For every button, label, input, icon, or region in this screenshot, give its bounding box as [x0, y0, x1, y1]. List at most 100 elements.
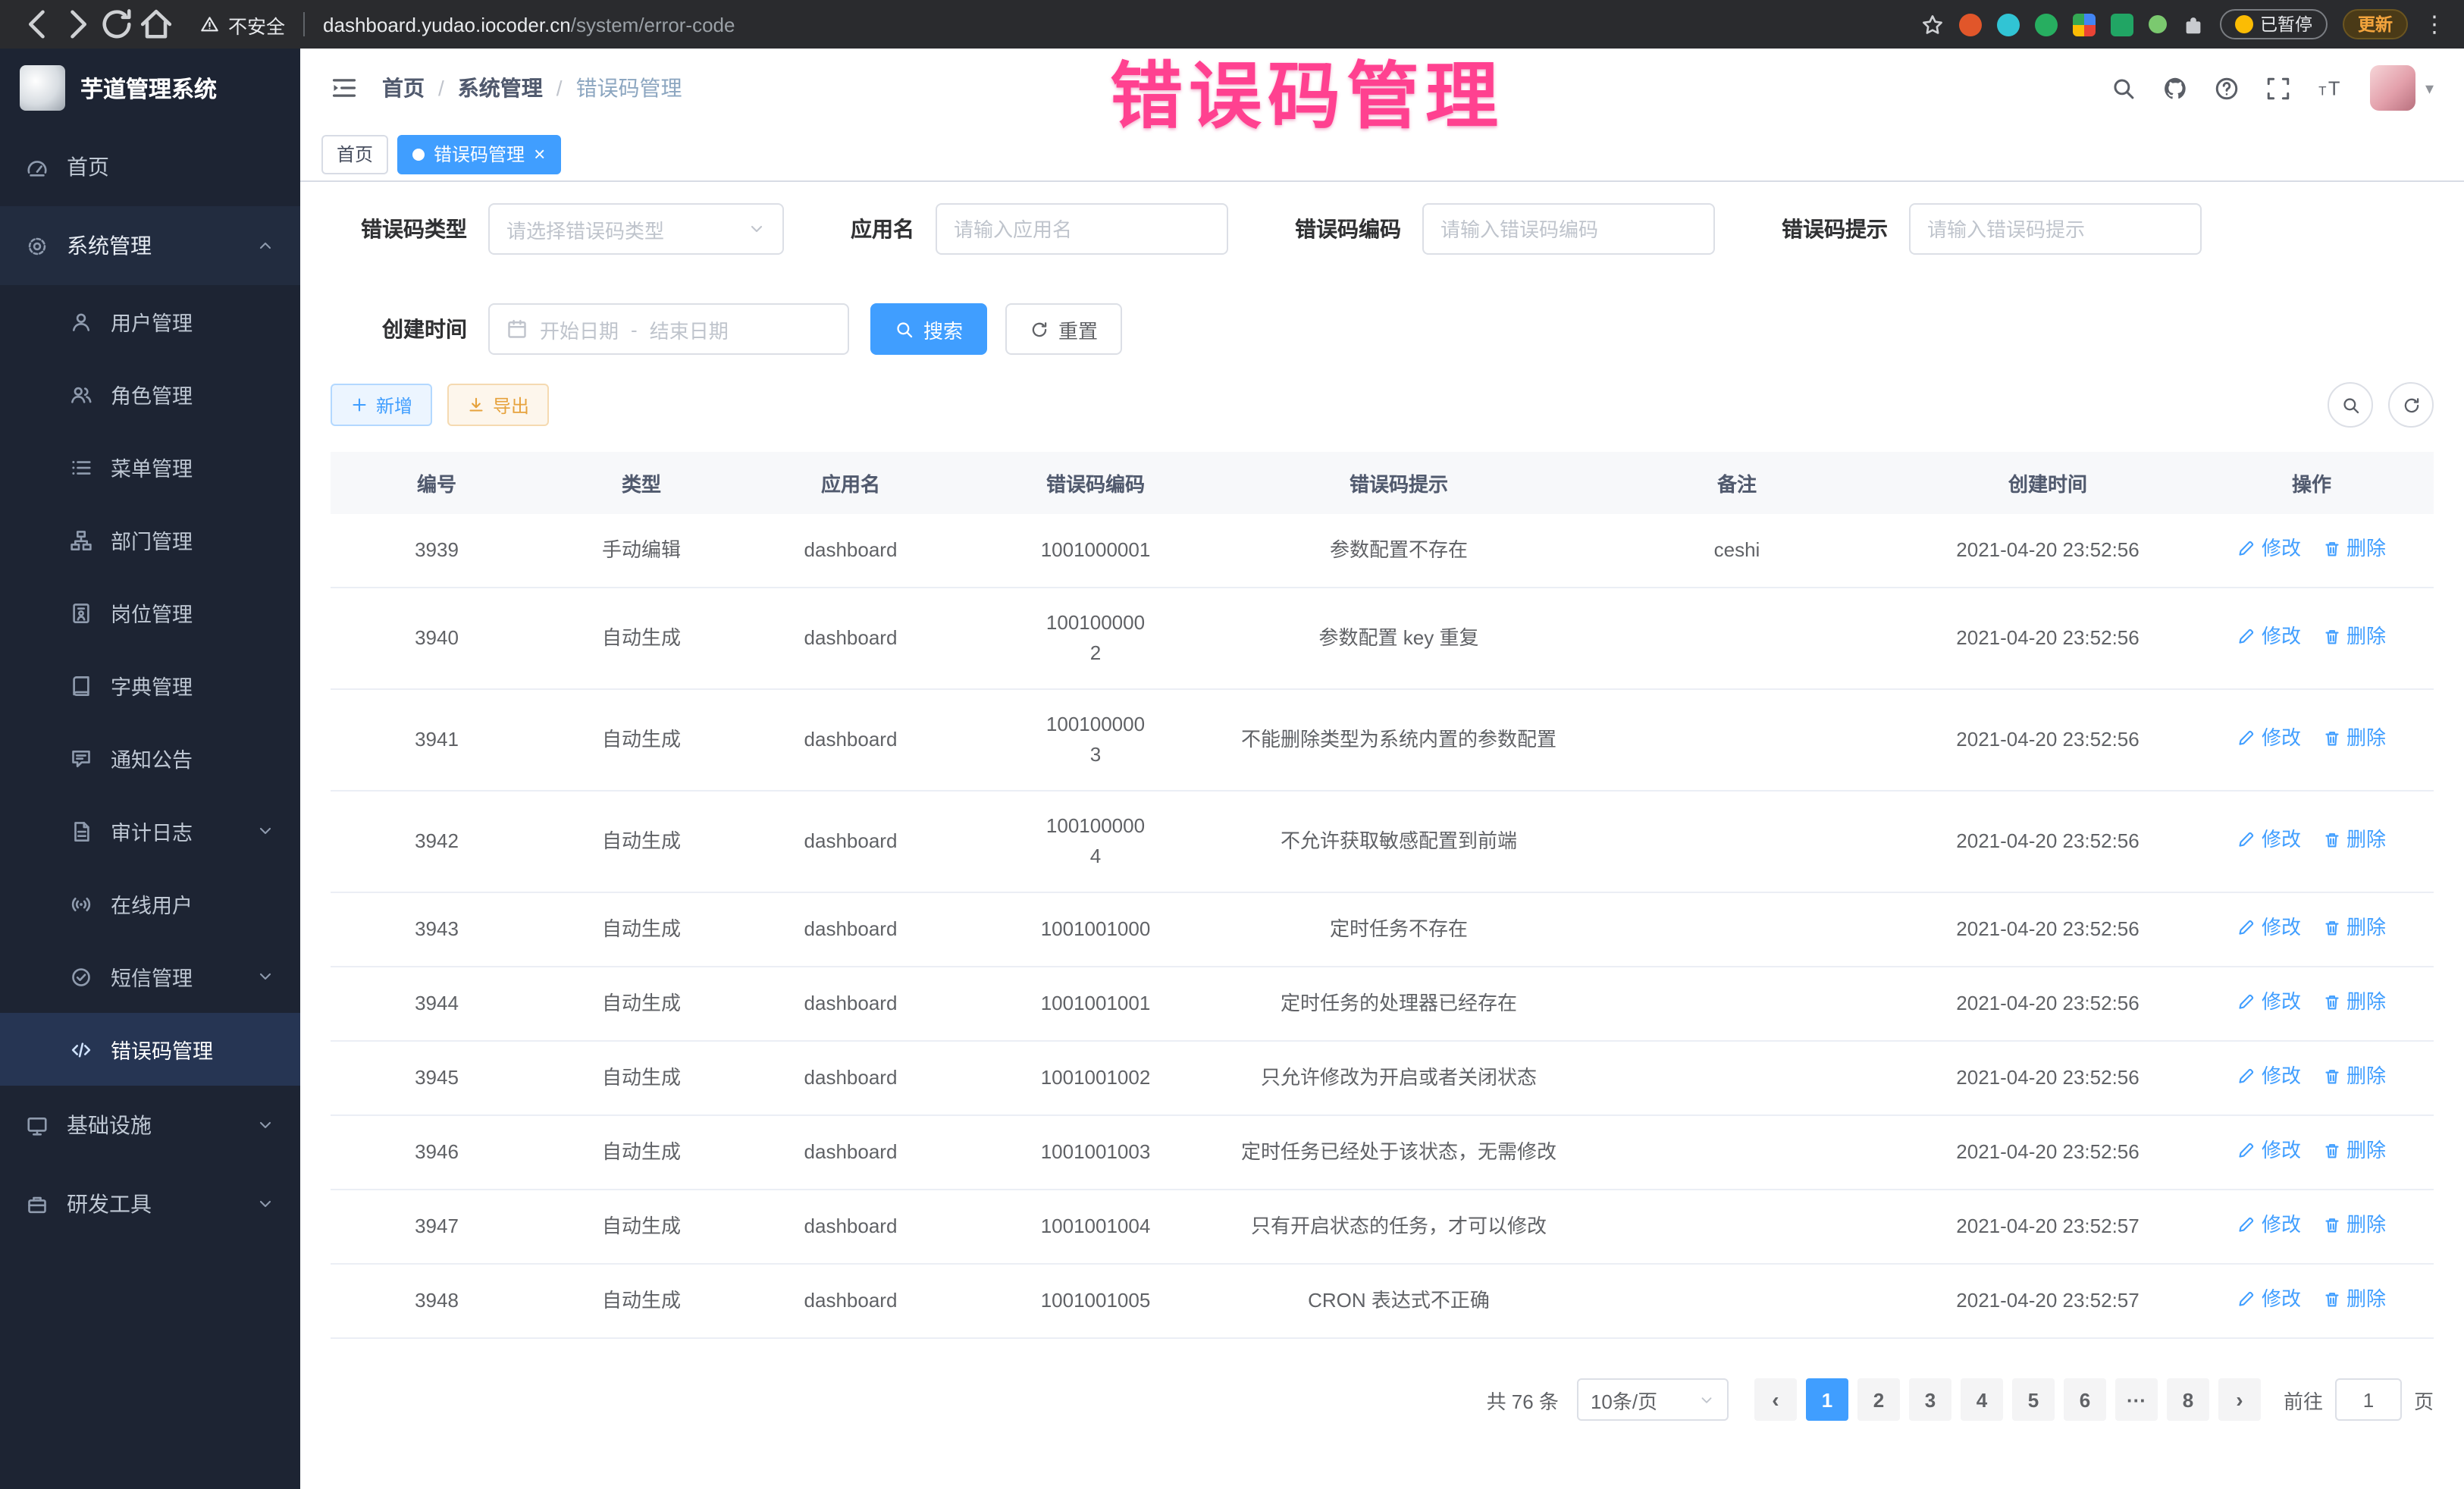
delete-link[interactable]: 删除 — [2322, 534, 2386, 564]
reset-button[interactable]: 重置 — [1005, 303, 1122, 355]
github-icon[interactable] — [2163, 75, 2189, 101]
sidebar-item-audit-log[interactable]: 审计日志 — [0, 795, 300, 867]
edit-link[interactable]: 修改 — [2237, 1210, 2301, 1240]
delete-link[interactable]: 删除 — [2322, 1061, 2386, 1092]
sidebar-item-error-code[interactable]: 错误码管理 — [0, 1013, 300, 1086]
security-indicator[interactable]: 不安全 — [200, 10, 285, 39]
cell-hint: 定时任务的处理器已经存在 — [1230, 967, 1568, 1041]
delete-link[interactable]: 删除 — [2322, 987, 2386, 1017]
delete-link[interactable]: 删除 — [2322, 1136, 2386, 1166]
error-code-input[interactable] — [1422, 203, 1715, 255]
extension-rect-icon[interactable] — [2110, 13, 2133, 36]
address-bar[interactable]: dashboard.yudao.iocoder.cn/system/error-… — [323, 13, 735, 36]
toggle-search-button[interactable] — [2328, 382, 2373, 428]
puzzle-icon[interactable] — [2181, 13, 2204, 36]
goto-page-input[interactable] — [2335, 1378, 2402, 1421]
extension-green-icon[interactable] — [2034, 13, 2057, 36]
pager-more[interactable]: ··· — [2115, 1378, 2158, 1421]
browser-menu-icon[interactable]: ⋮ — [2423, 11, 2446, 38]
add-button[interactable]: 新增 — [331, 384, 432, 426]
sidebar-item-sms[interactable]: 短信管理 — [0, 940, 300, 1013]
delete-link[interactable]: 删除 — [2322, 1210, 2386, 1240]
sidebar-item-post[interactable]: 岗位管理 — [0, 576, 300, 649]
sidebar-item-dept[interactable]: 部门管理 — [0, 503, 300, 576]
cell-actions: 修改删除 — [2190, 689, 2434, 791]
end-date-placeholder: 结束日期 — [650, 315, 729, 343]
delete-link[interactable]: 删除 — [2322, 622, 2386, 652]
search-icon[interactable] — [2111, 75, 2137, 101]
cell-code: 1001001005 — [961, 1264, 1230, 1338]
sidebar-item-online-user[interactable]: 在线用户 — [0, 867, 300, 940]
breadcrumb-item[interactable]: 系统管理 — [458, 73, 543, 103]
cell-type: 自动生成 — [543, 791, 740, 892]
back-icon[interactable] — [18, 5, 58, 44]
tab-error-code[interactable]: 错误码管理× — [397, 134, 560, 174]
page-button-2[interactable]: 2 — [1857, 1378, 1900, 1421]
page-size-select[interactable]: 10条/页 — [1577, 1378, 1729, 1421]
delete-link[interactable]: 删除 — [2322, 913, 2386, 943]
refresh-table-button[interactable] — [2388, 382, 2434, 428]
page-button-3[interactable]: 3 — [1909, 1378, 1951, 1421]
help-icon[interactable] — [2215, 75, 2240, 101]
page-button-5[interactable]: 5 — [2012, 1378, 2055, 1421]
trash-icon — [2322, 1142, 2340, 1160]
edit-link[interactable]: 修改 — [2237, 1284, 2301, 1315]
extension-orange-icon[interactable] — [1958, 13, 1981, 36]
app-name-input[interactable] — [936, 203, 1228, 255]
page-button-1[interactable]: 1 — [1806, 1378, 1848, 1421]
extension-leaf-icon[interactable] — [2148, 15, 2166, 33]
sidebar-item-role[interactable]: 角色管理 — [0, 358, 300, 431]
next-page-button[interactable]: › — [2218, 1378, 2261, 1421]
edit-link[interactable]: 修改 — [2237, 987, 2301, 1017]
edit-link[interactable]: 修改 — [2237, 1061, 2301, 1092]
url-host: dashboard.yudao.iocoder.cn — [323, 13, 571, 36]
delete-link[interactable]: 删除 — [2322, 825, 2386, 855]
collapse-menu-icon[interactable] — [331, 74, 358, 102]
edit-link[interactable]: 修改 — [2237, 825, 2301, 855]
tab-home[interactable]: 首页 — [321, 134, 388, 174]
paused-badge[interactable]: 已暂停 — [2219, 9, 2328, 39]
extension-teal-icon[interactable] — [1996, 13, 2019, 36]
home-icon[interactable] — [136, 5, 176, 44]
close-icon[interactable]: × — [534, 144, 545, 164]
delete-link[interactable]: 删除 — [2322, 1284, 2386, 1315]
avatar[interactable] — [2371, 65, 2416, 111]
trash-icon — [2322, 993, 2340, 1011]
edit-icon — [2237, 540, 2256, 558]
bookmark-star-icon[interactable] — [1920, 13, 1943, 36]
extension-grid-icon[interactable] — [2072, 13, 2095, 36]
sidebar-item-system[interactable]: 系统管理 — [0, 206, 300, 285]
fullscreen-icon[interactable] — [2266, 75, 2292, 101]
sidebar-item-dev-tools[interactable]: 研发工具 — [0, 1165, 300, 1243]
edit-link[interactable]: 修改 — [2237, 1136, 2301, 1166]
sidebar-item-menu[interactable]: 菜单管理 — [0, 431, 300, 503]
error-hint-input[interactable] — [1909, 203, 2202, 255]
sidebar-item-home[interactable]: 首页 — [0, 127, 300, 206]
caret-down-icon[interactable]: ▾ — [2425, 78, 2434, 98]
sidebar-item-infra[interactable]: 基础设施 — [0, 1086, 300, 1165]
delete-link[interactable]: 删除 — [2322, 723, 2386, 754]
edit-icon — [2237, 1142, 2256, 1160]
sidebar-item-label: 错误码管理 — [111, 1034, 213, 1064]
forward-icon[interactable] — [58, 5, 97, 44]
edit-link[interactable]: 修改 — [2237, 622, 2301, 652]
edit-link[interactable]: 修改 — [2237, 913, 2301, 943]
date-range-picker[interactable]: 开始日期 - 结束日期 — [488, 303, 849, 355]
sidebar-item-dict[interactable]: 字典管理 — [0, 649, 300, 722]
export-button[interactable]: 导出 — [447, 384, 549, 426]
error-type-select[interactable]: 请选择错误码类型 — [488, 203, 784, 255]
sidebar-item-notice[interactable]: 通知公告 — [0, 722, 300, 795]
search-button[interactable]: 搜索 — [870, 303, 987, 355]
sidebar-item-user[interactable]: 用户管理 — [0, 285, 300, 358]
update-button[interactable]: 更新 — [2343, 9, 2408, 39]
edit-link[interactable]: 修改 — [2237, 723, 2301, 754]
breadcrumb-item[interactable]: 首页 — [382, 73, 425, 103]
download-icon — [467, 396, 485, 414]
edit-link[interactable]: 修改 — [2237, 534, 2301, 564]
page-button-8[interactable]: 8 — [2167, 1378, 2209, 1421]
reload-icon[interactable] — [97, 5, 136, 44]
page-button-6[interactable]: 6 — [2064, 1378, 2106, 1421]
font-size-icon[interactable]: TT — [2318, 75, 2343, 101]
page-button-4[interactable]: 4 — [1961, 1378, 2003, 1421]
prev-page-button[interactable]: ‹ — [1754, 1378, 1797, 1421]
